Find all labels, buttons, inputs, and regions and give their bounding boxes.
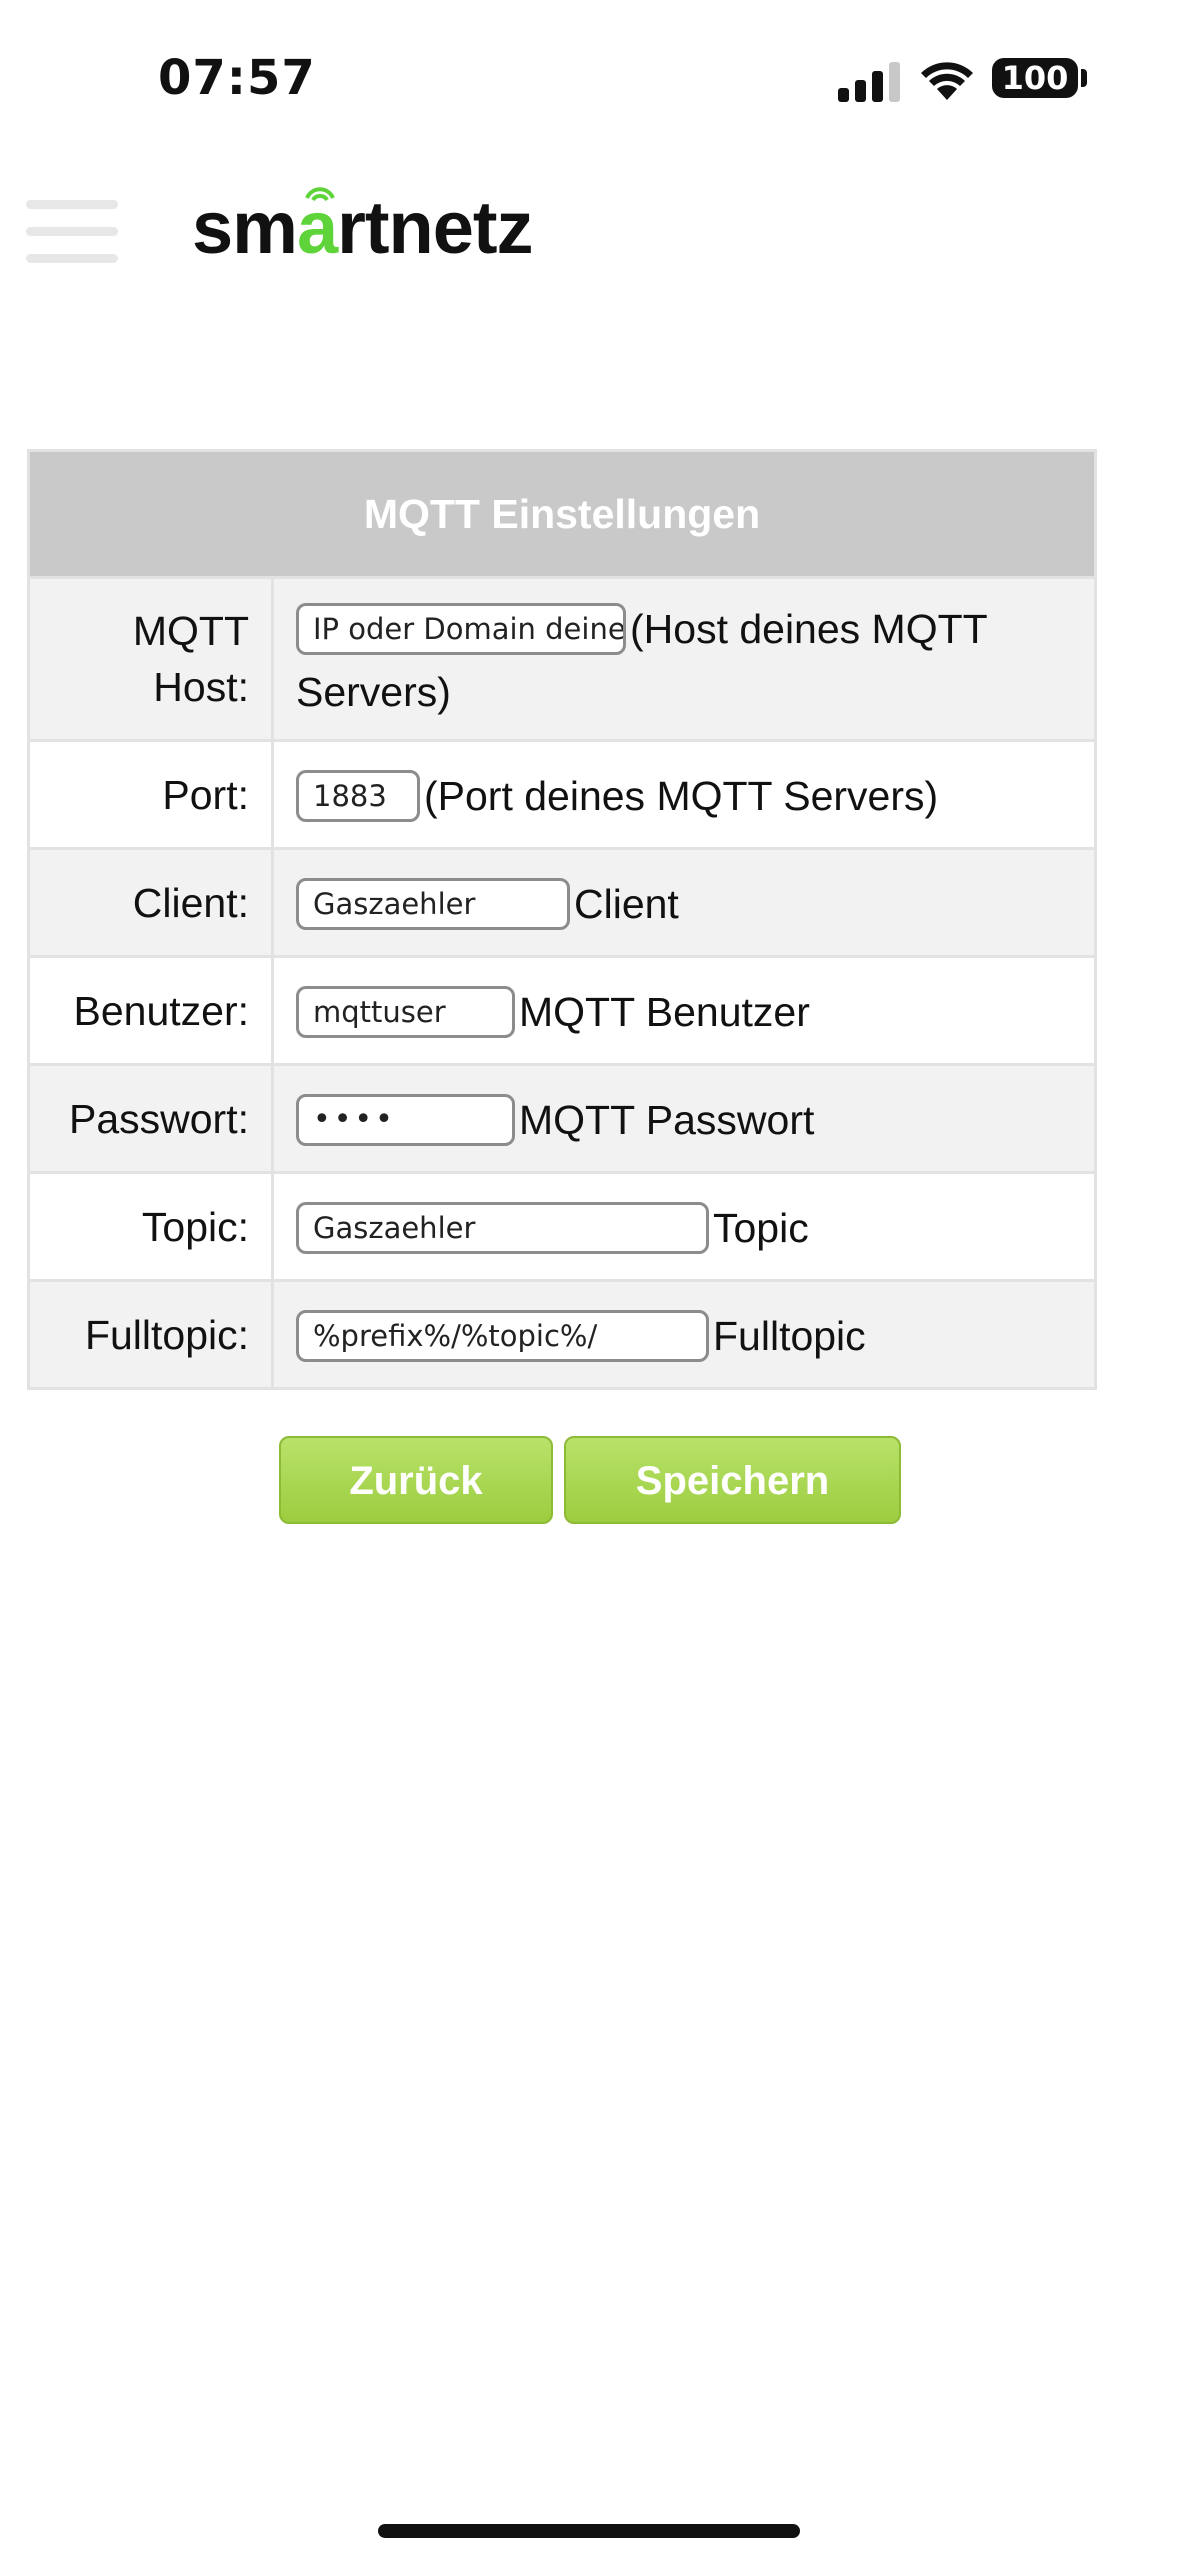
settings-title: MQTT Einstellungen <box>27 449 1097 579</box>
benutzer-input[interactable]: mqttuser <box>296 986 515 1039</box>
port-description: (Port deines MQTT Servers) <box>424 773 939 820</box>
logo-suffix: rtnetz <box>337 186 533 269</box>
wifi-arc-icon <box>305 187 335 202</box>
fulltopic-input[interactable]: %prefix%/%topic%/ <box>296 1310 709 1363</box>
row-passwort: Passwort: •••• MQTT Passwort <box>27 1063 1097 1174</box>
hamburger-menu-icon[interactable] <box>26 200 118 264</box>
cellular-signal-icon <box>838 58 902 102</box>
passwort-description: MQTT Passwort <box>519 1097 815 1144</box>
label-benutzer: Benutzer: <box>27 955 274 1066</box>
status-bar: 07:57 100 <box>0 0 1181 160</box>
row-fulltopic: Fulltopic: %prefix%/%topic%/Fulltopic <box>27 1279 1097 1390</box>
topic-input[interactable]: Gaszaehler <box>296 1202 709 1255</box>
row-benutzer: Benutzer: mqttuser MQTT Benutzer <box>27 955 1097 1066</box>
row-topic: Topic: Gaszaehler Topic <box>27 1171 1097 1282</box>
benutzer-description: MQTT Benutzer <box>519 989 810 1036</box>
wifi-icon <box>921 62 973 100</box>
fulltopic-description: Fulltopic <box>713 1313 866 1360</box>
back-button[interactable]: Zurück <box>279 1436 553 1524</box>
row-client: Client: Gaszaehler Client <box>27 847 1097 958</box>
status-time: 07:57 <box>158 50 316 106</box>
label-topic: Topic: <box>27 1171 274 1282</box>
home-indicator[interactable] <box>378 2524 800 2538</box>
mqtt-host-input[interactable]: IP oder Domain deines <box>296 603 626 655</box>
client-description: Client <box>574 881 679 928</box>
battery-cap <box>1081 69 1087 87</box>
label-port: Port: <box>27 739 274 850</box>
battery-icon: 100 <box>992 58 1078 98</box>
client-input[interactable]: Gaszaehler <box>296 878 570 931</box>
label-passwort: Passwort: <box>27 1063 274 1174</box>
logo-accent-house: a <box>297 187 338 268</box>
smartnetz-logo: sm artnetz <box>192 186 534 269</box>
label-fulltopic: Fulltopic: <box>27 1279 274 1390</box>
label-client: Client: <box>27 847 274 958</box>
row-port: Port: 1883 (Port deines MQTT Servers) <box>27 739 1097 850</box>
topic-description: Topic <box>713 1205 809 1252</box>
row-mqtt-host: MQTT Host: IP oder Domain deines(Host de… <box>27 576 1097 742</box>
label-mqtt-host: MQTT Host: <box>27 576 274 742</box>
port-input[interactable]: 1883 <box>296 770 420 823</box>
passwort-input[interactable]: •••• <box>296 1094 515 1147</box>
save-button[interactable]: Speichern <box>564 1436 901 1524</box>
mqtt-settings-table: MQTT Einstellungen MQTT Host: IP oder Do… <box>27 449 1097 1390</box>
logo-prefix: sm <box>192 186 298 269</box>
